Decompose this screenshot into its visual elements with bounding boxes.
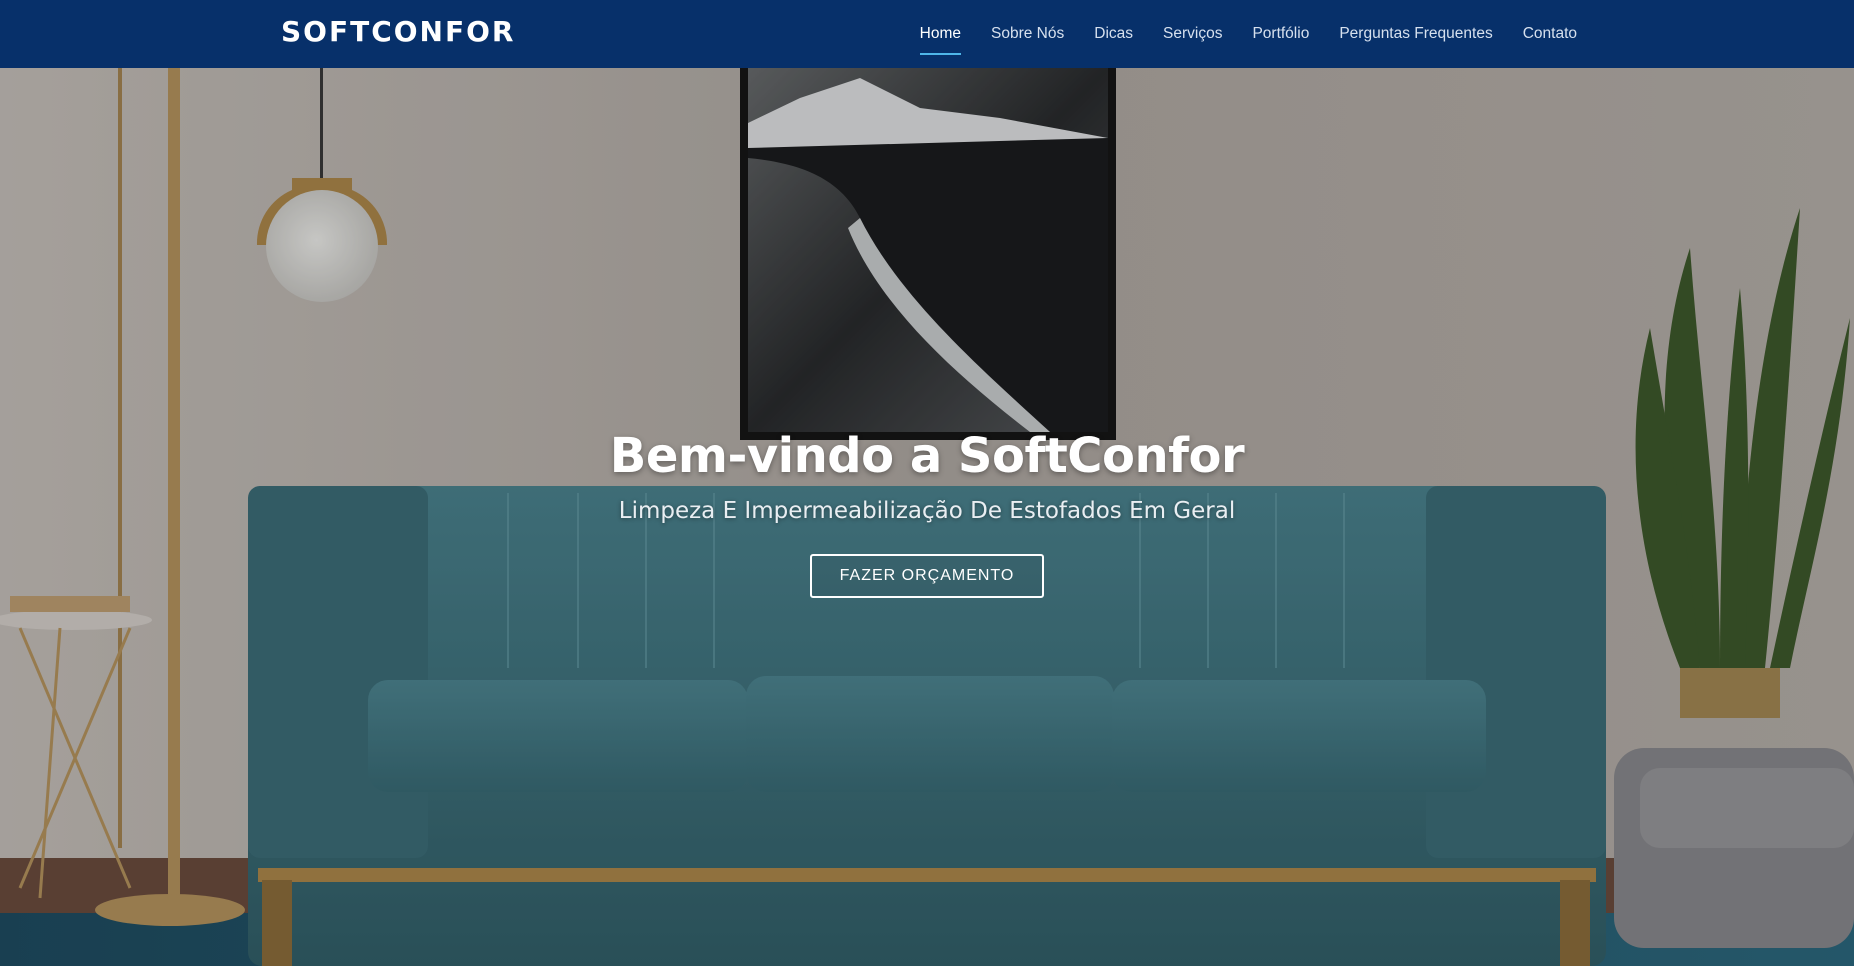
- hero-section: Bem-vindo a SoftConfor Limpeza E Imperme…: [0, 68, 1854, 966]
- main-nav: Home Sobre Nós Dicas Serviços Portfólio …: [890, 0, 1577, 68]
- nav-item-portfolio[interactable]: Portfólio: [1252, 19, 1309, 49]
- nav-link-sobre-nos[interactable]: Sobre Nós: [991, 19, 1064, 49]
- hero-subtitle: Limpeza E Impermeabilização De Estofados…: [618, 498, 1236, 524]
- nav-item-home[interactable]: Home: [919, 19, 962, 55]
- nav-link-portfolio[interactable]: Portfólio: [1252, 19, 1309, 49]
- nav-item-sobre-nos[interactable]: Sobre Nós: [991, 19, 1064, 49]
- nav-item-servicos[interactable]: Serviços: [1163, 19, 1222, 49]
- request-quote-button[interactable]: FAZER ORÇAMENTO: [809, 554, 1045, 598]
- brand-logo[interactable]: SOFTCONFOR: [281, 12, 515, 52]
- nav-link-dicas[interactable]: Dicas: [1094, 19, 1133, 49]
- nav-link-servicos[interactable]: Serviços: [1163, 19, 1222, 49]
- nav-link-faq[interactable]: Perguntas Frequentes: [1339, 19, 1492, 49]
- hero-content: Bem-vindo a SoftConfor Limpeza E Imperme…: [0, 428, 1854, 598]
- hero-title: Bem-vindo a SoftConfor: [609, 428, 1245, 484]
- nav-item-faq[interactable]: Perguntas Frequentes: [1339, 19, 1492, 49]
- nav-item-dicas[interactable]: Dicas: [1094, 19, 1133, 49]
- nav-link-contato[interactable]: Contato: [1523, 19, 1577, 49]
- nav-link-home[interactable]: Home: [920, 19, 961, 49]
- top-navbar: SOFTCONFOR Home Sobre Nós Dicas Serviços…: [0, 0, 1854, 68]
- nav-item-contato[interactable]: Contato: [1523, 19, 1577, 49]
